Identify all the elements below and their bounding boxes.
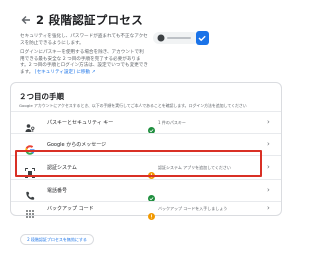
second-step-description: Google アカウントにアクセスするとき、以下の手順を実行してご本人であること… xyxy=(19,103,247,108)
chevron-right-icon: › xyxy=(267,204,270,212)
authenticator-highlight-box xyxy=(15,150,262,177)
check-circle-icon xyxy=(148,187,155,202)
chevron-right-icon: › xyxy=(267,163,270,171)
intro-paragraph-2: ログインにパスキーを使用する場合を除き、アカウントで利用できる最も安全な 2 つ… xyxy=(20,50,148,76)
turn-off-2sv-button[interactable]: 2 段階認証プロセスを無効にする xyxy=(20,234,94,245)
google-g-icon xyxy=(25,140,35,155)
row-label: Google からのメッセージ xyxy=(47,142,107,148)
row-label: パスキーとセキュリティ キー xyxy=(47,120,114,126)
chevron-right-icon: › xyxy=(267,186,270,194)
passkey-icon xyxy=(25,118,35,132)
row-label: 電話番号 xyxy=(47,188,68,194)
row-label: バックアップ コード xyxy=(47,206,94,212)
row-backup-codes[interactable]: バックアップ コード バックアップ コードを入手しましょう › xyxy=(11,201,281,220)
back-arrow-icon[interactable] xyxy=(20,14,32,26)
row-phone-number[interactable]: 電話番号 › xyxy=(11,179,281,202)
chevron-right-icon: › xyxy=(267,140,270,148)
intro-text: セキュリティを強化し、パスワードが盗まれても不正なアクセスを防止できるようにしま… xyxy=(20,34,148,80)
page-title: 2 段階認証プロセス xyxy=(36,13,144,27)
row-status: 1 件のパスキー xyxy=(158,119,186,125)
phone-icon xyxy=(25,186,35,200)
second-step-card: ２つ目の手順 Google アカウントにアクセスするとき、以下の手順を実行してご… xyxy=(10,82,282,220)
security-settings-link[interactable]: [セキュリティ設定] に移動 ↗ xyxy=(35,70,96,75)
chevron-right-icon: › xyxy=(267,118,270,126)
intro-paragraph-1: セキュリティを強化し、パスワードが盗まれても不正なアクセスを防止できるようにしま… xyxy=(20,34,148,46)
row-passkeys[interactable]: パスキーとセキュリティ キー 1 件のパスキー › xyxy=(11,111,281,134)
second-step-title: ２つ目の手順 xyxy=(19,92,64,101)
two-step-illustration xyxy=(153,26,211,52)
warning-circle-icon xyxy=(148,205,155,220)
row-status: バックアップ コードを入手しましょう xyxy=(158,205,228,211)
keypad-icon xyxy=(25,204,35,218)
check-circle-icon xyxy=(148,119,155,134)
